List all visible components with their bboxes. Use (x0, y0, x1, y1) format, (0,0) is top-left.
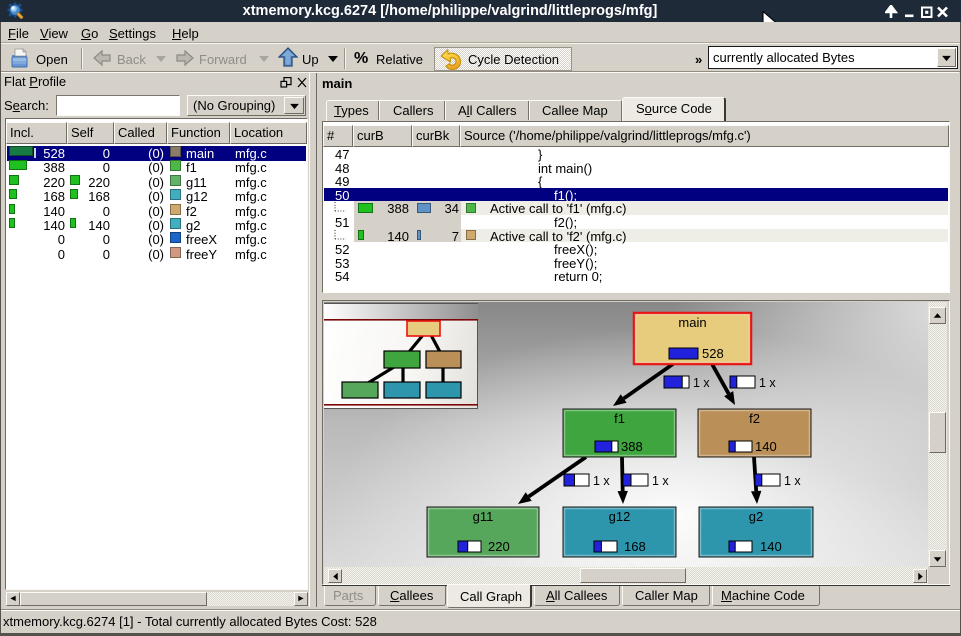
svg-text:1 x: 1 x (652, 474, 669, 488)
svg-text:1 x: 1 x (593, 474, 610, 488)
svg-text:168: 168 (624, 539, 646, 554)
svg-text:140: 140 (760, 539, 782, 554)
svg-text:main: main (678, 315, 706, 330)
svg-text:1 x: 1 x (784, 474, 801, 488)
svg-text:388: 388 (621, 439, 643, 454)
svg-text:528: 528 (702, 346, 724, 361)
svg-text:g2: g2 (749, 509, 763, 524)
svg-text:g11: g11 (473, 509, 494, 524)
svg-text:g12: g12 (609, 509, 631, 524)
svg-text:1 x: 1 x (759, 376, 776, 390)
svg-text:220: 220 (488, 539, 510, 554)
svg-text:f1: f1 (614, 411, 625, 426)
svg-text:140: 140 (755, 439, 777, 454)
svg-text:f2: f2 (749, 411, 760, 426)
svg-text:1 x: 1 x (693, 376, 710, 390)
